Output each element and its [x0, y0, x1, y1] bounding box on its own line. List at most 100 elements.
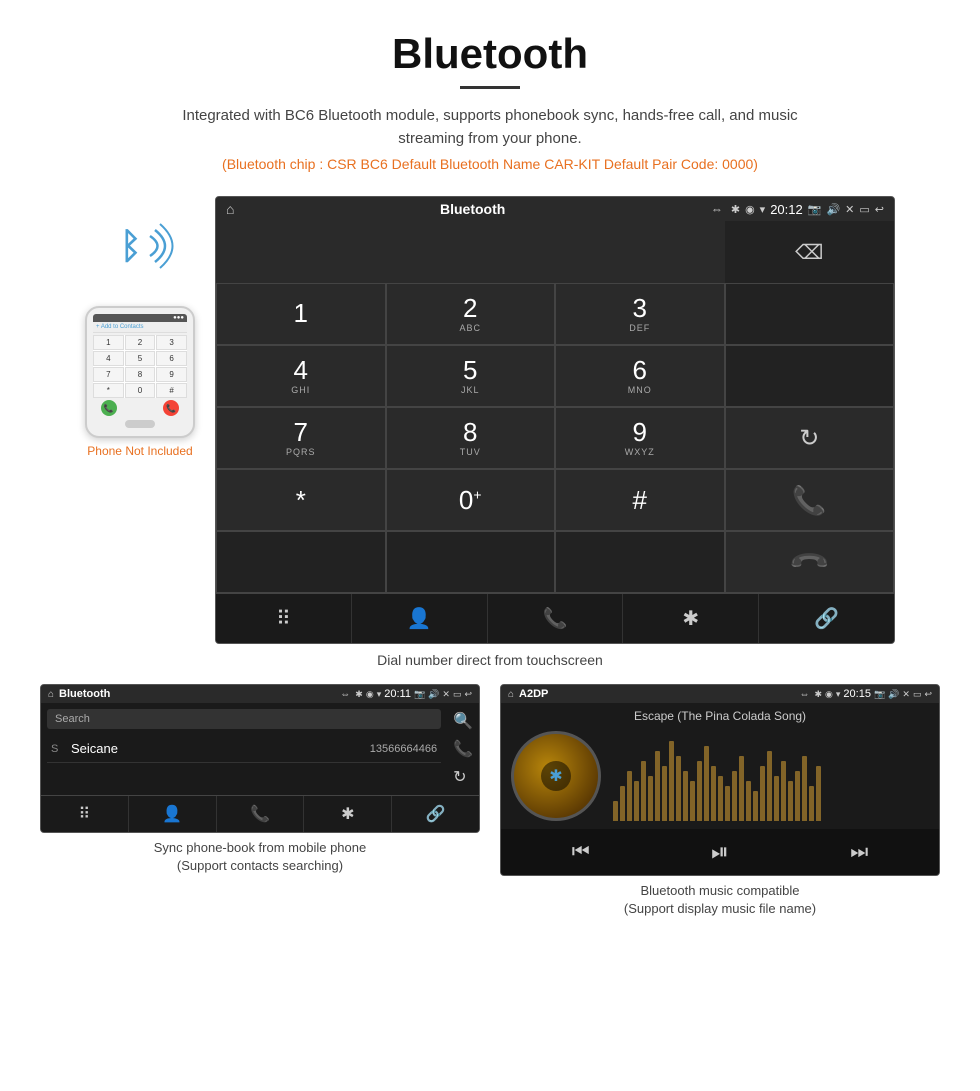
music-status-icons: ✱ ◉ ▾ 20:15 📷 🔊 ✕ ▭ ↩	[814, 688, 932, 700]
viz-bar	[704, 746, 709, 821]
music-mini-screen: ⌂ A2DP ⇔ ✱ ◉ ▾ 20:15 📷 🔊 ✕ ▭ ↩ Escape (T…	[500, 684, 940, 876]
phonebook-screenshot: ⌂ Bluetooth ⇔ ✱ ◉ ▾ 20:11 📷 🔊 ✕ ▭ ↩	[40, 684, 480, 918]
dial-key-7[interactable]: 7 PQRS	[216, 407, 386, 469]
music-loc-icon: ◉	[825, 689, 833, 700]
car-screen-title: Bluetooth	[242, 201, 702, 217]
viz-bar	[788, 781, 793, 821]
dial-key-9[interactable]: 9 WXYZ	[555, 407, 725, 469]
nav-bluetooth-icon[interactable]: ✱	[623, 594, 759, 643]
contact-row[interactable]: S Seicane 13566664466	[47, 735, 441, 763]
pb-close-icon[interactable]: ✕	[442, 689, 450, 700]
nav-contacts-icon[interactable]: 👤	[352, 594, 488, 643]
pb-win-icon[interactable]: ▭	[453, 689, 462, 700]
music-time: 20:15	[843, 688, 871, 700]
viz-bar	[634, 781, 639, 821]
nav-link-icon[interactable]: 🔗	[759, 594, 894, 643]
home-icon[interactable]: ⌂	[226, 201, 234, 217]
music-win-icon[interactable]: ▭	[913, 689, 922, 700]
search-bar[interactable]: Search	[47, 709, 441, 729]
close-icon[interactable]: ✕	[845, 203, 854, 216]
car-status-bar: ⌂ Bluetooth ⇔ ✱ ◉ ▾ 20:12 📷 🔊 ✕ ▭ ↩	[216, 197, 894, 221]
music-back-icon[interactable]: ↩	[924, 689, 932, 700]
pb-nav-phone[interactable]: 📞	[217, 796, 305, 832]
phone-status-bar: ●●●	[93, 314, 187, 322]
pb-nav-bt[interactable]: ✱	[304, 796, 392, 832]
next-button[interactable]: ⏭	[850, 841, 868, 864]
phonebook-content: Search S Seicane 13566664466	[41, 703, 447, 769]
pb-status-icons: ✱ ◉ ▾ 20:11 📷 🔊 ✕ ▭ ↩	[355, 688, 472, 700]
pb-back-icon[interactable]: ↩	[464, 689, 472, 700]
pb-loc-icon: ◉	[366, 689, 374, 700]
dial-key-4[interactable]: 4 GHI	[216, 345, 386, 407]
nav-dialpad-icon[interactable]: ⠿	[216, 594, 352, 643]
contact-number: 13566664466	[370, 743, 437, 755]
dial-key-3[interactable]: 3 DEF	[555, 283, 725, 345]
phone-key-hash: #	[156, 383, 187, 398]
phone-key-9: 9	[156, 367, 187, 382]
music-home-icon[interactable]: ⌂	[508, 689, 514, 700]
viz-bar	[739, 756, 744, 821]
pb-search-icon[interactable]: 🔍	[453, 711, 473, 731]
car-dial-screen: ⌂ Bluetooth ⇔ ✱ ◉ ▾ 20:12 📷 🔊 ✕ ▭ ↩ ⌫	[215, 196, 895, 644]
dial-key-star[interactable]: *	[216, 469, 386, 531]
viz-bar	[669, 741, 674, 821]
phone-body: ●●● + Add to Contacts 1 2 3 4 5 6 7 8 9 …	[85, 306, 195, 438]
pb-nav-link[interactable]: 🔗	[392, 796, 479, 832]
phone-illustration: ᛒ ●●● + Add to Contacts 1 2 3 4 5 6 7 8 …	[85, 196, 195, 458]
dial-key-8[interactable]: 8 TUV	[386, 407, 556, 469]
dial-reload-button[interactable]: ↻	[725, 407, 895, 469]
viz-bar	[760, 766, 765, 821]
main-screen-section: ᛒ ●●● + Add to Contacts 1 2 3 4 5 6 7 8 …	[0, 186, 980, 644]
phone-not-included-label: Phone Not Included	[87, 444, 192, 458]
music-close-icon[interactable]: ✕	[902, 689, 910, 700]
contact-name: Seicane	[71, 741, 370, 756]
back-icon[interactable]: ↩	[875, 203, 884, 216]
usb-icon: ⇔	[711, 202, 723, 216]
page-specs: (Bluetooth chip : CSR BC6 Default Blueto…	[20, 156, 960, 172]
dial-key-1[interactable]: 1	[216, 283, 386, 345]
backspace-button[interactable]: ⌫	[725, 221, 895, 283]
phonebook-caption: Sync phone-book from mobile phone(Suppor…	[40, 839, 480, 875]
dial-key-5[interactable]: 5 JKL	[386, 345, 556, 407]
viz-bar	[795, 771, 800, 821]
song-title: Escape (The Pina Colada Song)	[501, 703, 939, 727]
window-icon[interactable]: ▭	[859, 203, 869, 216]
pb-time: 20:11	[384, 688, 411, 700]
dial-extra-row: 📞	[216, 531, 894, 593]
page-title: Bluetooth	[20, 30, 960, 78]
music-main-area: ✱	[501, 727, 939, 829]
viz-bar	[718, 776, 723, 821]
location-icon: ◉	[745, 203, 755, 216]
viz-bar	[753, 791, 758, 821]
dial-key-2[interactable]: 2 ABC	[386, 283, 556, 345]
dial-key-0[interactable]: 0+	[386, 469, 556, 531]
pb-nav-dialpad[interactable]: ⠿	[41, 796, 129, 832]
pb-call-icon[interactable]: 📞	[453, 739, 473, 759]
prev-button[interactable]: ⏮	[572, 841, 590, 864]
music-title: A2DP	[519, 688, 794, 700]
pb-bt-icon: ✱	[355, 689, 363, 700]
pb-nav-contacts[interactable]: 👤	[129, 796, 217, 832]
viz-bar	[809, 786, 814, 821]
title-underline	[460, 86, 520, 89]
dial-key-6[interactable]: 6 MNO	[555, 345, 725, 407]
volume-icon: 🔊	[826, 203, 840, 216]
viz-bar	[711, 766, 716, 821]
nav-phone-icon[interactable]: 📞	[488, 594, 624, 643]
phone-key-2: 2	[125, 335, 156, 350]
dial-display	[216, 221, 725, 283]
pb-signal-icon: ▾	[377, 689, 382, 700]
pb-home-icon[interactable]: ⌂	[48, 689, 54, 700]
viz-bar	[620, 786, 625, 821]
dial-caption: Dial number direct from touchscreen	[0, 644, 980, 684]
viz-bar	[781, 761, 786, 821]
status-icons: ✱ ◉ ▾ 20:12 📷 🔊 ✕ ▭ ↩	[731, 202, 884, 217]
play-pause-button[interactable]: ⏯	[711, 839, 729, 865]
phone-key-1: 1	[93, 335, 124, 350]
end-call-button[interactable]: 📞	[725, 531, 895, 593]
camera-icon: 📷	[808, 203, 822, 216]
call-button[interactable]: 📞	[725, 469, 895, 531]
music-screenshot: ⌂ A2DP ⇔ ✱ ◉ ▾ 20:15 📷 🔊 ✕ ▭ ↩ Escape (T…	[500, 684, 940, 918]
dial-key-hash[interactable]: #	[555, 469, 725, 531]
pb-refresh-icon[interactable]: ↻	[453, 767, 473, 787]
